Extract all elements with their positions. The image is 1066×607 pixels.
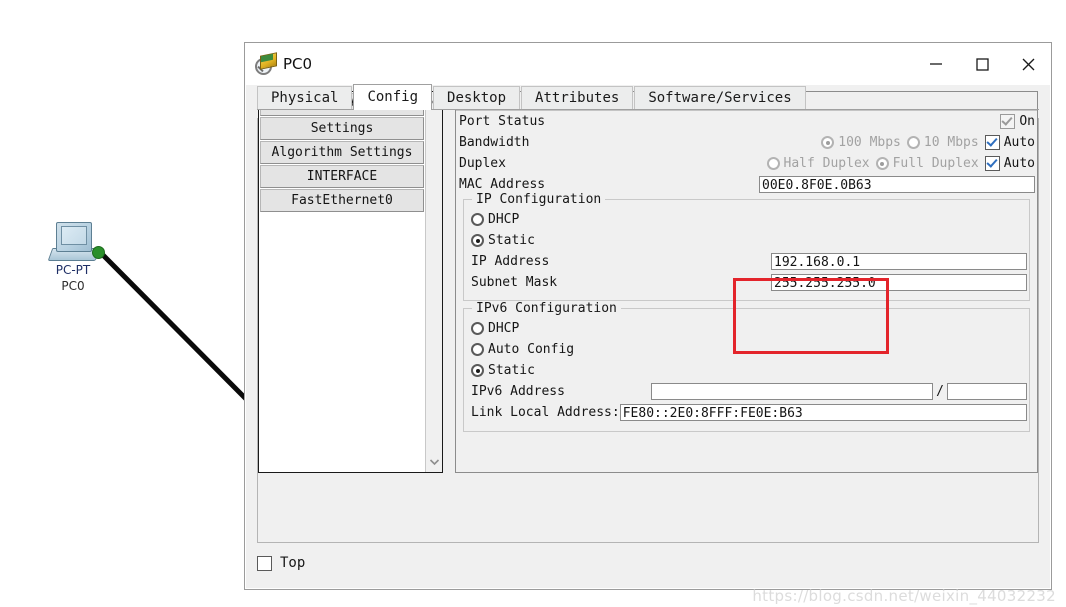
row-subnet-mask: Subnet Mask 255.255.255.0 [464, 272, 1029, 293]
bandwidth-label: Bandwidth [459, 135, 530, 150]
ip-configuration-group: IP Configuration DHCP Static IP Address … [463, 192, 1030, 301]
tree-item-fastethernet0[interactable]: FastEthernet0 [260, 189, 424, 212]
window-bottom-bar: Top [257, 547, 1039, 579]
device-config-window: PC0 Physical Config Desktop Attributes S… [244, 42, 1052, 590]
ipv6-configuration-title: IPv6 Configuration [472, 301, 621, 316]
ipv6-configuration-group: IPv6 Configuration DHCP Auto Config Stat… [463, 301, 1030, 432]
tree-item-algorithm-settings[interactable]: Algorithm Settings [260, 141, 424, 164]
row-ipv6-address: IPv6 Address / [464, 381, 1029, 402]
chevron-down-icon[interactable] [426, 454, 442, 470]
subnet-mask-field[interactable]: 255.255.255.0 [771, 274, 1027, 291]
device-name-label: PC0 [61, 279, 85, 293]
duplex-half-radio[interactable] [766, 157, 780, 170]
ipv6-dhcp-label: DHCP [488, 321, 520, 336]
mac-address-field[interactable]: 00E0.8F0E.0B63 [759, 176, 1035, 193]
packet-tracer-device-icon [255, 52, 277, 75]
tab-physical[interactable]: Physical [257, 86, 353, 109]
ipv6-address-field[interactable] [651, 383, 934, 400]
row-ipv6-auto-config: Auto Config [464, 339, 1029, 360]
ipv6-address-label: IPv6 Address [471, 384, 565, 399]
port-status-on-label: On [1019, 114, 1035, 129]
maximize-icon[interactable] [959, 43, 1005, 85]
window-title-bar[interactable]: PC0 [245, 43, 1051, 85]
network-link-cable [96, 248, 257, 410]
duplex-full-label: Full Duplex [892, 156, 979, 171]
tab-software-services[interactable]: Software/Services [634, 86, 806, 109]
ip-address-field[interactable]: 192.168.0.1 [771, 253, 1027, 270]
duplex-full-radio[interactable] [875, 157, 889, 170]
row-duplex: Duplex Half Duplex Full Duplex Auto [456, 153, 1037, 174]
duplex-auto-checkbox[interactable] [984, 156, 1000, 171]
ip-static-radio[interactable] [471, 234, 484, 247]
row-bandwidth: Bandwidth 100 Mbps 10 Mbps Auto [456, 132, 1037, 153]
ip-dhcp-label: DHCP [488, 212, 520, 227]
link-local-address-field: FE80::2E0:8FFF:FE0E:B63 [619, 404, 1027, 421]
tree-item-settings[interactable]: Settings [260, 117, 424, 140]
close-icon[interactable] [1005, 43, 1051, 85]
row-link-local-address: Link Local Address: FE80::2E0:8FFF:FE0E:… [464, 402, 1029, 423]
port-status-on-checkbox[interactable] [1000, 114, 1016, 129]
link-status-dot [92, 246, 105, 259]
tree-item-interface[interactable]: INTERFACE [260, 165, 424, 188]
ip-dhcp-radio[interactable] [471, 213, 484, 226]
mac-address-label: MAC Address [459, 177, 546, 192]
window-controls [913, 43, 1051, 85]
device-tabs: Physical Config Desktop Attributes Softw… [257, 84, 1039, 110]
watermark-text: https://blog.csdn.net/weixin_44032232 [752, 587, 1056, 605]
bandwidth-auto-label: Auto [1003, 135, 1035, 150]
window-title: PC0 [283, 55, 313, 73]
ipv6-auto-config-radio[interactable] [471, 343, 484, 356]
bandwidth-auto-checkbox[interactable] [984, 135, 1000, 150]
tab-desktop[interactable]: Desktop [433, 86, 521, 109]
ip-address-label: IP Address [471, 254, 550, 269]
duplex-auto-label: Auto [1003, 156, 1035, 171]
minimize-icon[interactable] [913, 43, 959, 85]
duplex-half-label: Half Duplex [783, 156, 870, 171]
top-checkbox[interactable] [257, 555, 272, 571]
ipv6-static-radio[interactable] [471, 364, 484, 377]
row-ipv6-dhcp: DHCP [464, 318, 1029, 339]
row-ipv6-static: Static [464, 360, 1029, 381]
ip-static-label: Static [488, 233, 535, 248]
config-tree-panel: GLOBAL Settings Algorithm Settings INTER… [258, 91, 443, 473]
ipv6-static-label: Static [488, 363, 535, 378]
tab-attributes[interactable]: Attributes [521, 86, 634, 109]
link-local-address-label: Link Local Address: [471, 405, 620, 420]
port-status-label: Port Status [459, 114, 546, 129]
bandwidth-10mbps-radio[interactable] [906, 136, 920, 149]
ip-configuration-title: IP Configuration [472, 192, 606, 207]
ipv6-prefix-field[interactable] [947, 383, 1027, 400]
subnet-mask-label: Subnet Mask [471, 275, 558, 290]
ipv6-auto-config-label: Auto Config [488, 342, 575, 357]
tab-config[interactable]: Config [353, 84, 433, 110]
config-tree-scrollbar[interactable] [425, 92, 442, 472]
ipv6-prefix-separator: / [936, 384, 944, 399]
duplex-label: Duplex [459, 156, 506, 171]
top-checkbox-label: Top [280, 555, 306, 571]
pc-desktop-icon [47, 222, 101, 262]
row-ip-static: Static [464, 230, 1029, 251]
bandwidth-10mbps-label: 10 Mbps [923, 135, 979, 150]
row-ip-dhcp: DHCP [464, 209, 1029, 230]
interface-settings-panel: FastEthernet0 Port Status On Bandwidth 1… [455, 91, 1038, 473]
ipv6-dhcp-radio[interactable] [471, 322, 484, 335]
config-tree-list: GLOBAL Settings Algorithm Settings INTER… [259, 92, 425, 472]
device-type-label: PC-PT [55, 263, 91, 277]
row-ip-address: IP Address 192.168.0.1 [464, 251, 1029, 272]
bandwidth-100mbps-label: 100 Mbps [838, 135, 901, 150]
row-port-status: Port Status On [456, 111, 1037, 132]
bandwidth-100mbps-radio[interactable] [821, 136, 835, 149]
